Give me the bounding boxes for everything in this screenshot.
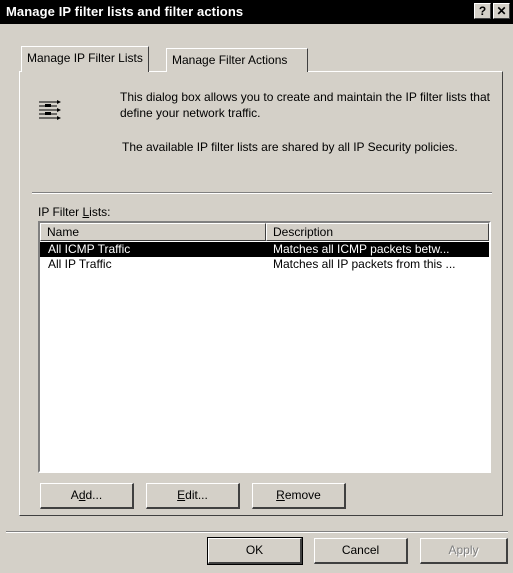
column-header-description[interactable]: Description bbox=[266, 223, 489, 241]
button-text: emove bbox=[284, 488, 321, 502]
close-icon: ✕ bbox=[496, 4, 507, 18]
tab-label: Manage IP Filter Lists bbox=[27, 51, 143, 65]
tab-label: Manage Filter Actions bbox=[172, 53, 288, 67]
help-icon: ? bbox=[478, 4, 487, 18]
list-item[interactable]: All IP Traffic Matches all IP packets fr… bbox=[40, 257, 489, 272]
add-button[interactable]: Add... bbox=[40, 483, 134, 509]
tab-manage-filter-actions[interactable]: Manage Filter Actions bbox=[166, 48, 308, 72]
separator bbox=[32, 192, 492, 194]
dialog-window: Manage IP filter lists and filter action… bbox=[0, 0, 513, 573]
separator bbox=[6, 531, 508, 533]
label-part: ists: bbox=[89, 205, 111, 219]
tab-manage-ip-filter-lists[interactable]: Manage IP Filter Lists bbox=[21, 46, 149, 72]
shared-lists-text: The available IP filter lists are shared… bbox=[122, 140, 458, 154]
close-button[interactable]: ✕ bbox=[493, 3, 510, 19]
filter-list-icon bbox=[39, 100, 61, 120]
ip-filter-lists-label: IP Filter Lists: bbox=[38, 205, 111, 219]
edit-button[interactable]: Edit... bbox=[146, 483, 240, 509]
label-part: IP Filter bbox=[38, 205, 83, 219]
list-item-description: Matches all ICMP packets betw... bbox=[273, 242, 450, 256]
ok-button[interactable]: OK bbox=[207, 537, 303, 565]
ip-filter-list-view[interactable]: Name Description All ICMP Traffic Matche… bbox=[38, 221, 491, 473]
button-mnemonic: R bbox=[276, 488, 285, 502]
list-header: Name Description bbox=[40, 223, 489, 241]
button-mnemonic: E bbox=[177, 488, 186, 502]
cancel-button[interactable]: Cancel bbox=[314, 538, 408, 564]
button-text: d... bbox=[85, 488, 103, 502]
window-title: Manage IP filter lists and filter action… bbox=[6, 4, 244, 19]
button-text: A bbox=[70, 488, 79, 502]
button-text: dit... bbox=[185, 488, 208, 502]
title-bar[interactable]: Manage IP filter lists and filter action… bbox=[0, 0, 513, 24]
apply-button[interactable]: Apply bbox=[420, 538, 508, 564]
list-item-name: All ICMP Traffic bbox=[48, 242, 131, 256]
list-item-description: Matches all IP packets from this ... bbox=[273, 257, 456, 271]
list-item-name: All IP Traffic bbox=[48, 257, 112, 271]
list-item[interactable]: All ICMP Traffic Matches all ICMP packet… bbox=[40, 242, 489, 257]
help-button[interactable]: ? bbox=[474, 3, 491, 19]
button-mnemonic: d bbox=[78, 488, 86, 502]
column-header-name[interactable]: Name bbox=[40, 223, 266, 241]
intro-text: This dialog box allows you to create and… bbox=[120, 90, 490, 120]
remove-button[interactable]: Remove bbox=[252, 483, 346, 509]
